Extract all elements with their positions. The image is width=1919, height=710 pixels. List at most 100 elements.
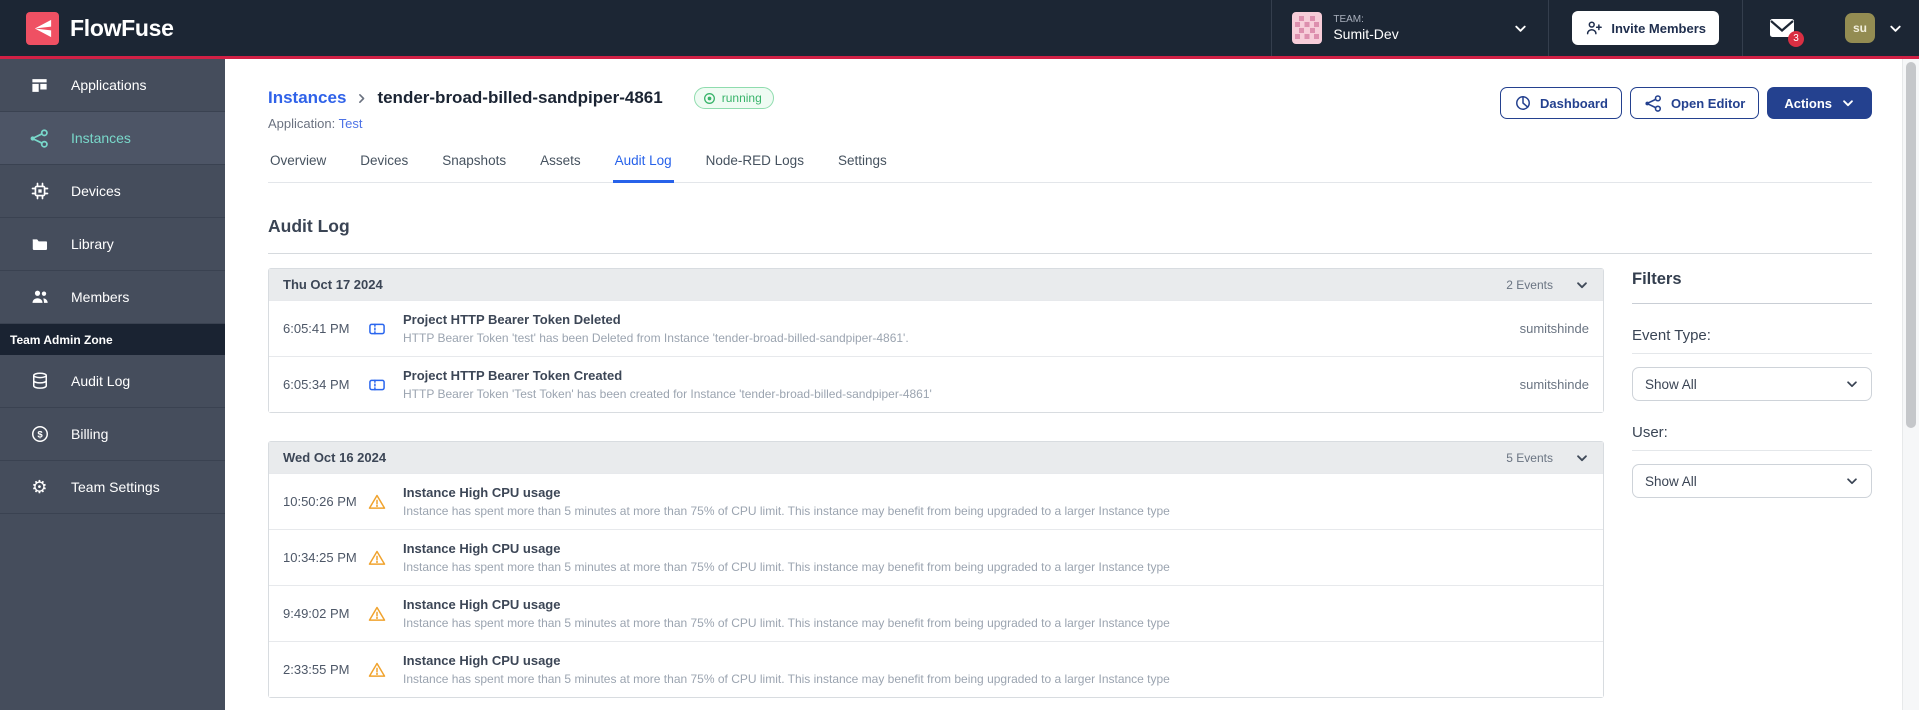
audit-log-group-header[interactable]: Thu Oct 17 2024 2 Events	[269, 269, 1603, 300]
audit-event-row[interactable]: 10:34:25 PM Instance High CPU usage Inst…	[269, 529, 1603, 585]
event-time: 9:49:02 PM	[283, 606, 350, 621]
ticket-icon	[367, 375, 388, 395]
sidebar-item-applications[interactable]: Applications	[0, 59, 225, 112]
sidebar-item-billing[interactable]: $ Billing	[0, 408, 225, 461]
instance-name: tender-broad-billed-sandpiper-4861	[377, 88, 663, 107]
tab-settings[interactable]: Settings	[836, 149, 889, 183]
actions-label: Actions	[1784, 95, 1832, 111]
audit-log-list: Thu Oct 17 2024 2 Events 6:05:41 PM Proj…	[268, 268, 1604, 698]
event-user: sumitshinde	[1519, 377, 1589, 392]
event-user: sumitshinde	[1519, 321, 1589, 336]
audit-event-row[interactable]: 2:33:55 PM Instance High CPU usage Insta…	[269, 641, 1603, 697]
instances-icon	[29, 128, 50, 149]
sidebar-item-library[interactable]: Library	[0, 218, 225, 271]
invite-members-label: Invite Members	[1611, 20, 1706, 36]
ticket-icon	[367, 319, 388, 339]
tab-overview[interactable]: Overview	[268, 149, 328, 183]
application-link[interactable]: Test	[339, 116, 363, 131]
sidebar-item-label: Team Settings	[71, 479, 160, 495]
members-icon	[29, 287, 50, 307]
invite-members-button[interactable]: Invite Members	[1572, 11, 1719, 45]
status-badge-label: running	[721, 91, 762, 105]
tab-node-red-logs[interactable]: Node-RED Logs	[704, 149, 806, 183]
mail-icon[interactable]: 3	[1769, 18, 1804, 47]
notification-badge: 3	[1788, 30, 1804, 47]
sidebar-item-devices[interactable]: Devices	[0, 165, 225, 218]
user-select[interactable]: Show All	[1632, 464, 1872, 498]
event-title: Instance High CPU usage	[403, 653, 561, 668]
filters-divider	[1632, 303, 1872, 304]
team-selector[interactable]: TEAM: Sumit-Dev	[1271, 0, 1548, 56]
event-title: Instance High CPU usage	[403, 485, 561, 500]
dashboard-label: Dashboard	[1540, 95, 1608, 111]
event-text: Instance High CPU usage Instance has spe…	[403, 597, 1577, 630]
chevron-down-icon[interactable]	[1575, 451, 1589, 465]
event-time: 2:33:55 PM	[283, 662, 350, 677]
event-time: 6:05:41 PM	[283, 321, 350, 336]
event-description: Instance has spent more than 5 minutes a…	[403, 560, 1170, 574]
chevron-down-icon[interactable]	[1575, 278, 1589, 292]
breadcrumb-instances-link[interactable]: Instances	[268, 88, 346, 108]
warning-icon	[367, 492, 388, 512]
open-editor-button[interactable]: Open Editor	[1629, 87, 1760, 119]
group-date: Thu Oct 17 2024	[283, 277, 383, 292]
sidebar-item-label: Instances	[71, 130, 131, 146]
sidebar-item-team-settings[interactable]: ⚙ Team Settings	[0, 461, 225, 514]
sidebar-item-label: Audit Log	[71, 373, 131, 389]
notifications-section: 3	[1742, 0, 1821, 56]
group-meta: 2 Events	[1506, 278, 1589, 292]
sidebar-item-instances[interactable]: Instances	[0, 112, 225, 165]
user-filter-value: Show All	[1645, 473, 1697, 489]
sidebar-item-audit-log[interactable]: Audit Log	[0, 355, 225, 408]
team-name: Sumit-Dev	[1333, 26, 1399, 43]
brand[interactable]: FlowFuse	[26, 11, 174, 45]
tab-audit-log[interactable]: Audit Log	[612, 149, 674, 183]
audit-event-row[interactable]: 6:05:34 PM Project HTTP Bearer Token Cre…	[269, 356, 1603, 412]
scrollbar-track[interactable]	[1902, 59, 1919, 710]
running-icon	[703, 92, 715, 104]
event-time: 10:34:25 PM	[283, 550, 357, 565]
team-labels: TEAM: Sumit-Dev	[1333, 14, 1398, 43]
breadcrumb-block: Instances tender-broad-billed-sandpiper-…	[268, 87, 774, 131]
warning-icon	[367, 604, 388, 624]
editor-flow-icon	[1645, 94, 1661, 112]
applications-icon	[29, 76, 50, 95]
group-meta: 5 Events	[1506, 451, 1589, 465]
audit-log-group-header[interactable]: Wed Oct 16 2024 5 Events	[269, 442, 1603, 473]
user-menu[interactable]: su	[1821, 0, 1919, 56]
page-title: Audit Log	[268, 216, 350, 236]
tab-assets[interactable]: Assets	[538, 149, 583, 183]
audit-event-row[interactable]: 9:49:02 PM Instance High CPU usage Insta…	[269, 585, 1603, 641]
breadcrumb: Instances tender-broad-billed-sandpiper-…	[268, 87, 774, 109]
sidebar: Applications Instances Devices Library M…	[0, 59, 225, 710]
event-text: Project HTTP Bearer Token Deleted HTTP B…	[403, 312, 1508, 345]
actions-button[interactable]: Actions	[1767, 87, 1872, 119]
team-label: TEAM:	[1333, 13, 1364, 25]
team-admin-zone-label: Team Admin Zone	[0, 324, 225, 355]
warning-icon	[367, 660, 388, 680]
flowfuse-app: FlowFuse TEAM: Sumit-Dev Invite Members …	[0, 0, 1919, 710]
sidebar-item-members[interactable]: Members	[0, 271, 225, 324]
events-count: 5 Events	[1506, 450, 1553, 465]
warning-icon	[367, 548, 388, 568]
brand-name: FlowFuse	[70, 14, 174, 41]
group-date: Wed Oct 16 2024	[283, 450, 387, 465]
dashboard-button[interactable]: Dashboard	[1500, 87, 1622, 119]
event-type-select[interactable]: Show All	[1632, 367, 1872, 401]
person-plus-icon	[1587, 21, 1603, 35]
audit-event-row[interactable]: 10:50:26 PM Instance High CPU usage Inst…	[269, 473, 1603, 529]
audit-log-section: Audit Log Thu Oct 17 2024 2 Events 6:05:…	[268, 216, 1872, 698]
chevron-right-icon	[355, 92, 368, 105]
sidebar-item-label: Library	[71, 236, 114, 252]
chevron-down-icon	[1845, 474, 1859, 488]
tab-snapshots[interactable]: Snapshots	[440, 149, 508, 183]
pie-chart-icon	[1516, 96, 1531, 110]
event-text: Instance High CPU usage Instance has spe…	[403, 485, 1577, 518]
database-icon	[29, 371, 50, 391]
sidebar-item-label: Devices	[71, 183, 121, 199]
scrollbar-thumb[interactable]	[1906, 62, 1916, 428]
audit-event-row[interactable]: 6:05:41 PM Project HTTP Bearer Token Del…	[269, 300, 1603, 356]
events-count: 2 Events	[1506, 277, 1553, 292]
tab-devices[interactable]: Devices	[358, 149, 410, 183]
event-description: HTTP Bearer Token 'Test Token' has been …	[403, 387, 932, 401]
